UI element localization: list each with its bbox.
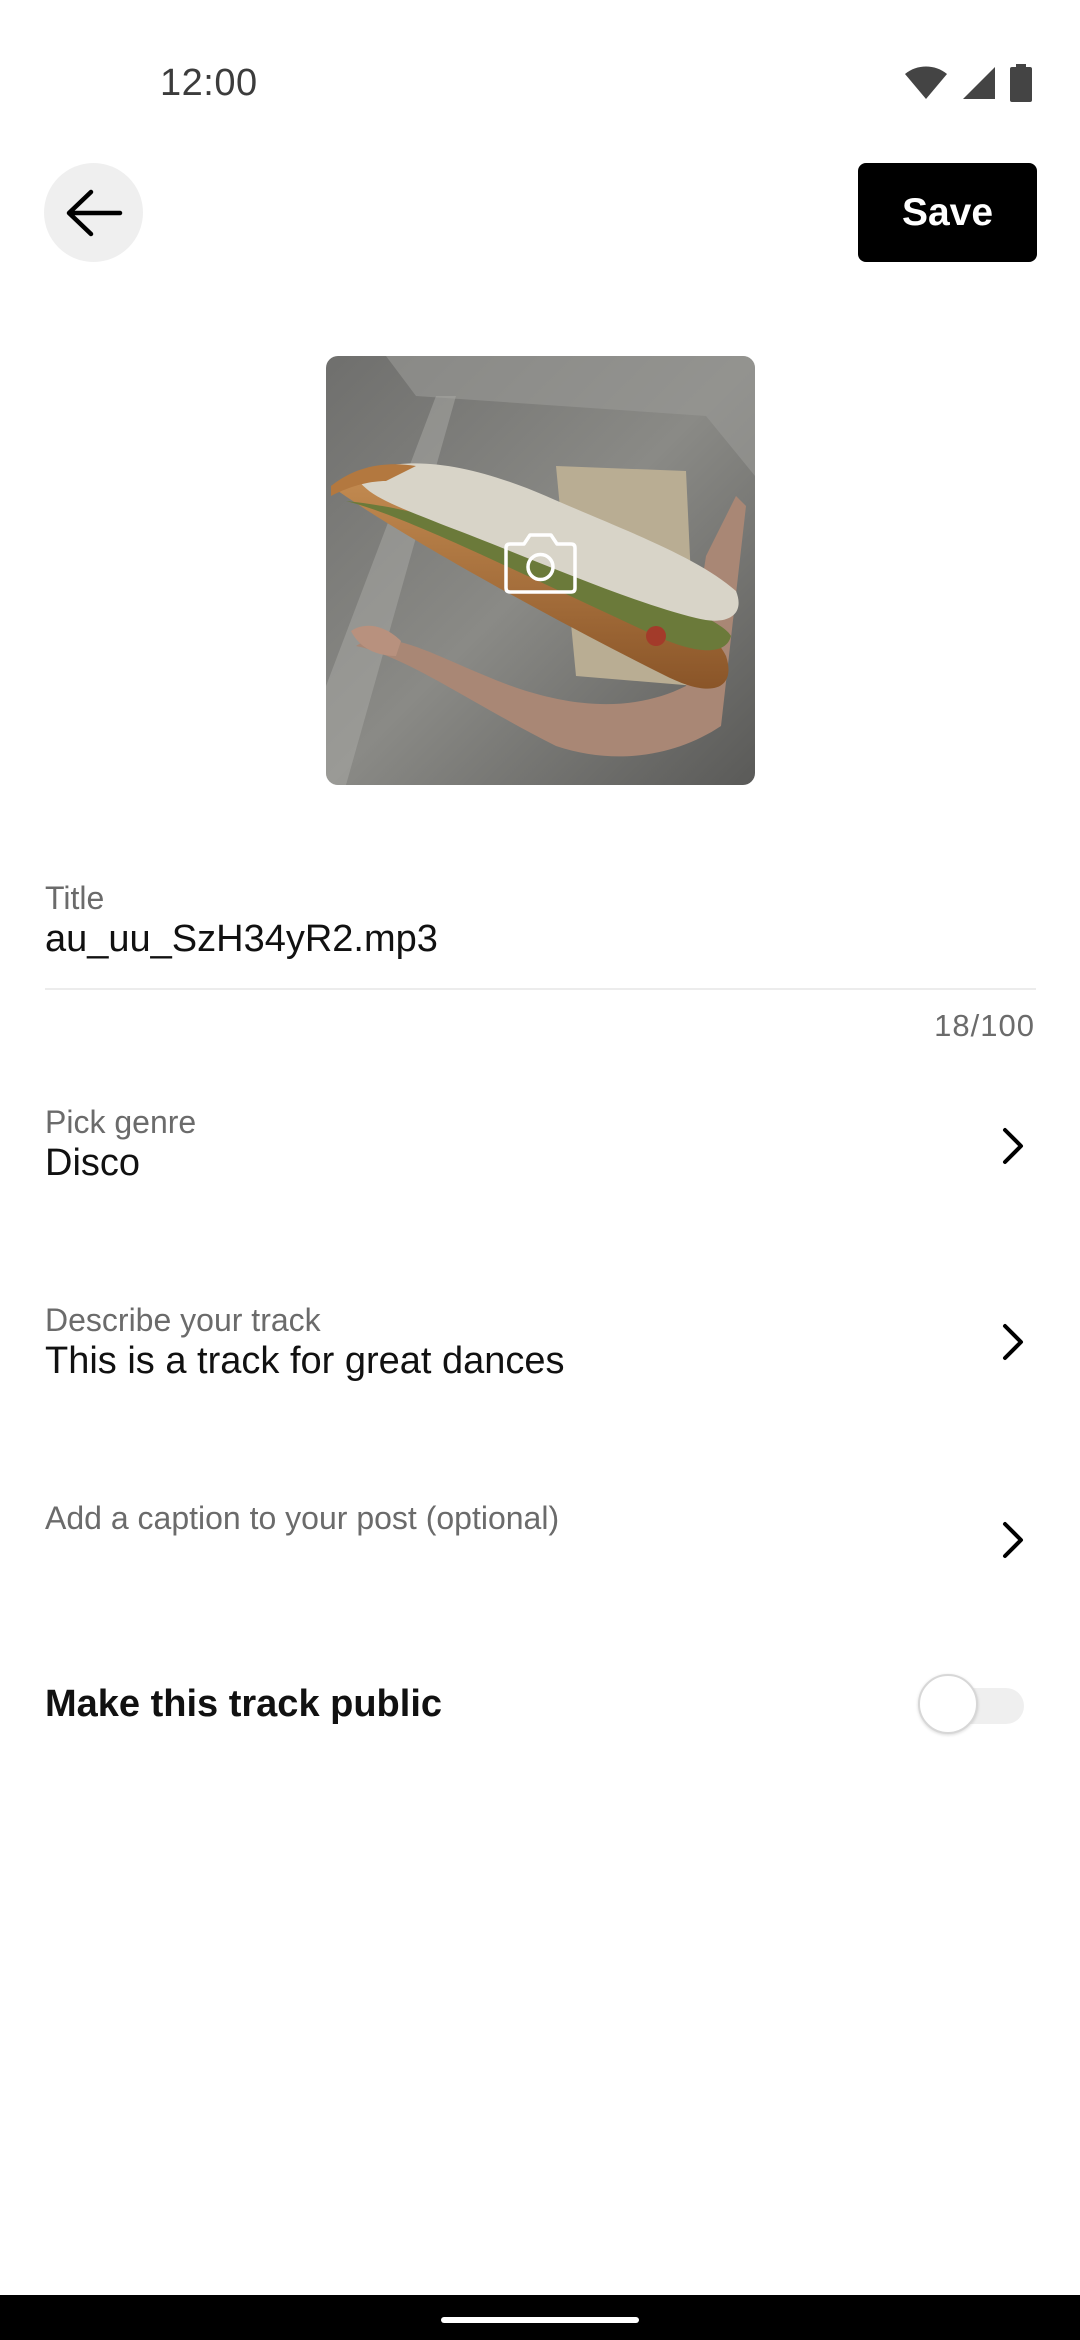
genre-label: Pick genre — [45, 1104, 197, 1140]
description-value: This is a track for great dances — [45, 1340, 565, 1382]
back-button[interactable] — [44, 163, 143, 262]
title-character-counter: 18/100 — [934, 1008, 1035, 1043]
title-field-divider — [45, 988, 1036, 990]
pick-genre-row[interactable]: Pick genre Disco — [0, 1090, 1080, 1200]
describe-track-row[interactable]: Describe your track This is a track for … — [0, 1290, 1080, 1400]
battery-icon — [1010, 64, 1032, 102]
status-time: 12:00 — [160, 62, 258, 104]
status-bar: 12:00 — [0, 0, 1080, 160]
description-label: Describe your track — [45, 1302, 321, 1338]
chevron-right-icon — [1003, 1324, 1023, 1360]
toggle-thumb — [918, 1674, 978, 1734]
camera-icon — [504, 533, 577, 594]
title-field-label: Title — [45, 880, 105, 916]
make-public-label: Make this track public — [45, 1683, 443, 1725]
cover-image-picker[interactable] — [326, 356, 755, 785]
home-indicator[interactable] — [441, 2317, 639, 2323]
make-public-toggle[interactable] — [918, 1673, 1028, 1735]
save-button[interactable]: Save — [858, 163, 1037, 262]
chevron-right-icon — [1003, 1522, 1023, 1558]
title-input[interactable]: au_uu_SzH34yR2.mp3 — [45, 918, 438, 961]
wifi-icon — [905, 66, 947, 99]
genre-value: Disco — [45, 1142, 141, 1184]
arrow-left-icon — [66, 189, 122, 236]
status-icons — [904, 64, 1032, 102]
cell-signal-icon — [963, 67, 995, 99]
edit-track-screen: 12:00 Save Title au_uu_SzH34yR2.mp3 18/1… — [0, 0, 1080, 2340]
add-caption-row[interactable]: Add a caption to your post (optional) — [0, 1490, 1080, 1600]
chevron-right-icon — [1003, 1128, 1023, 1164]
caption-placeholder: Add a caption to your post (optional) — [45, 1500, 560, 1536]
